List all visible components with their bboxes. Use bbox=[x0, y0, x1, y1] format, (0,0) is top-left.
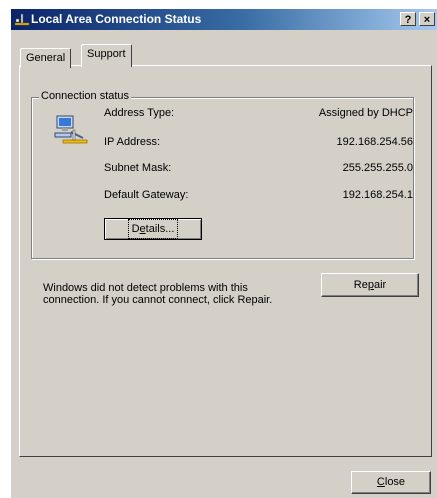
network-icon bbox=[14, 13, 30, 26]
subnet-mask-value: 255.255.255.0 bbox=[342, 162, 413, 174]
default-gateway-value: 192.168.254.1 bbox=[342, 189, 413, 201]
network-connection-icon bbox=[54, 115, 88, 144]
ip-address-value: 192.168.254.56 bbox=[336, 136, 413, 148]
ip-address-label: IP Address: bbox=[104, 136, 161, 148]
address-type-label: Address Type: bbox=[104, 107, 175, 119]
status-message: Windows did not detect problems with thi… bbox=[43, 282, 273, 306]
tab-general[interactable]: General bbox=[20, 48, 72, 68]
title-bar[interactable]: Local Area Connection Status ? × bbox=[11, 9, 437, 30]
close-window-button[interactable]: × bbox=[419, 12, 435, 26]
repair-button[interactable]: Repair bbox=[321, 273, 419, 297]
tab-support[interactable]: Support bbox=[81, 44, 132, 67]
address-type-value: Assigned by DHCP bbox=[318, 107, 413, 119]
details-focus: Details... bbox=[127, 219, 179, 239]
subnet-mask-label: Subnet Mask: bbox=[104, 162, 172, 174]
status-dialog: Local Area Connection Status ? × General… bbox=[10, 8, 437, 498]
help-button[interactable]: ? bbox=[400, 12, 416, 26]
group-label: Connection status bbox=[39, 90, 132, 102]
details-button[interactable]: Details... bbox=[104, 218, 202, 240]
close-button[interactable]: Close bbox=[351, 471, 431, 494]
default-gateway-label: Default Gateway: bbox=[104, 189, 189, 201]
window-title: Local Area Connection Status bbox=[31, 12, 202, 26]
